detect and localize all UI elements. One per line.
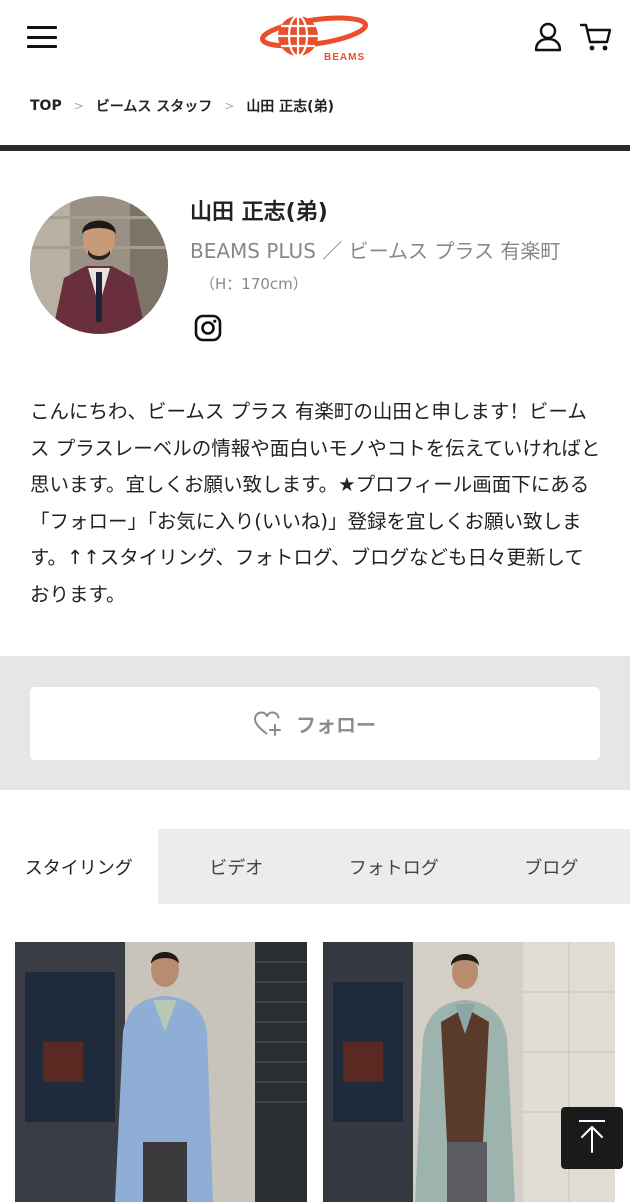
profile-height: （H：170cm） bbox=[200, 275, 308, 293]
breadcrumb-separator: > bbox=[73, 99, 84, 113]
instagram-icon[interactable] bbox=[194, 314, 222, 342]
profile-bio: こんにちわ、ビームス プラス 有楽町の山田と申します！ビームス プラスレーベルの… bbox=[30, 400, 601, 606]
follow-label: フォロー bbox=[296, 713, 376, 737]
scroll-to-top-button[interactable] bbox=[561, 1107, 623, 1169]
content-tabs: スタイリング ビデオ フォトログ ブログ bbox=[0, 829, 630, 904]
site-header: BEAMS bbox=[0, 0, 630, 78]
user-icon[interactable] bbox=[533, 22, 563, 52]
hamburger-menu-icon[interactable] bbox=[27, 26, 57, 48]
follow-button[interactable]: フォロー bbox=[30, 687, 600, 760]
breadcrumb-current: 山田 正志(弟) bbox=[246, 99, 334, 115]
breadcrumb-top[interactable]: TOP bbox=[30, 98, 62, 114]
cart-icon[interactable] bbox=[579, 22, 612, 52]
logo-text: BEAMS bbox=[324, 52, 365, 63]
tab-blog[interactable]: ブログ bbox=[473, 829, 630, 904]
breadcrumb: TOP > ビームス スタッフ > 山田 正志(弟) bbox=[30, 96, 334, 116]
follow-section: フォロー bbox=[0, 656, 630, 790]
beams-logo[interactable]: BEAMS bbox=[256, 10, 374, 64]
breadcrumb-staff[interactable]: ビームス スタッフ bbox=[96, 96, 212, 116]
tab-styling[interactable]: スタイリング bbox=[0, 829, 158, 904]
breadcrumb-separator: > bbox=[224, 99, 235, 113]
heart-plus-icon bbox=[254, 711, 282, 737]
avatar bbox=[30, 196, 168, 334]
profile-name: 山田 正志(弟) bbox=[190, 200, 328, 225]
tab-video[interactable]: ビデオ bbox=[158, 829, 316, 904]
section-divider bbox=[0, 145, 630, 151]
tab-photolog[interactable]: フォトログ bbox=[315, 829, 473, 904]
arrow-up-icon bbox=[577, 1119, 607, 1157]
styling-photo[interactable] bbox=[15, 942, 307, 1202]
profile-shop[interactable]: BEAMS PLUS ／ ビームス プラス 有楽町 bbox=[190, 235, 560, 264]
